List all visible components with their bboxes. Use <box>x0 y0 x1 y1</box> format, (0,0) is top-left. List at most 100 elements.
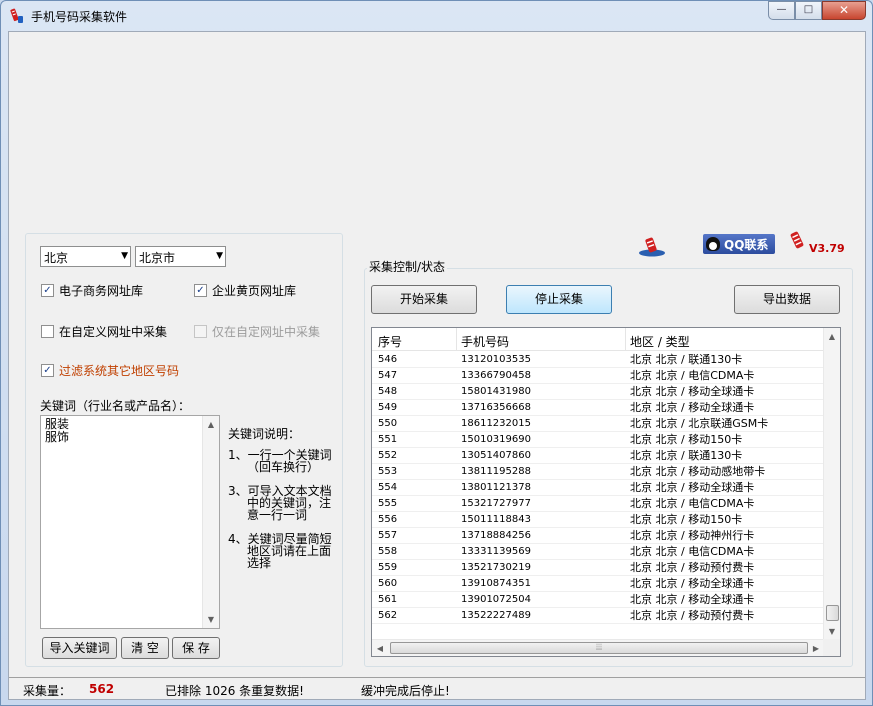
column-header-index[interactable]: 序号 <box>378 333 402 350</box>
cell-phone: 13811195288 <box>461 466 531 477</box>
table-row[interactable]: 546 13120103535 北京 北京 / 联通130卡 <box>372 352 825 368</box>
scroll-down-icon[interactable]: ▼ <box>203 611 219 628</box>
cell-region: 北京 北京 / 移动预付费卡 <box>630 609 755 622</box>
cell-index: 560 <box>378 578 398 589</box>
table-row[interactable]: 551 15010319690 北京 北京 / 移动150卡 <box>372 432 825 448</box>
checkbox-custom-box[interactable] <box>41 325 54 338</box>
help-note-4: 4、关键词尽量简短 地区词请在上面 选择 <box>228 533 332 569</box>
cell-phone: 18611232015 <box>461 418 531 429</box>
home-logo-icon[interactable] <box>637 235 667 257</box>
maximize-button[interactable]: □ <box>795 1 822 20</box>
cell-phone: 13718884256 <box>461 530 531 541</box>
table-row[interactable]: 556 15011118843 北京 北京 / 移动150卡 <box>372 512 825 528</box>
scroll-down-icon[interactable]: ▼ <box>824 623 840 640</box>
cell-index: 548 <box>378 386 398 397</box>
cell-index: 550 <box>378 418 398 429</box>
table-vertical-scrollbar[interactable]: ▲ ▼ <box>823 328 840 640</box>
table-row[interactable]: 554 13801121378 北京 北京 / 移动全球通卡 <box>372 480 825 496</box>
keyword-line: 服装 <box>45 417 70 431</box>
horizontal-scroll-thumb[interactable]: ⦙⦙⦙ <box>390 642 808 654</box>
import-keywords-button[interactable]: 导入关键词 <box>42 637 117 659</box>
table-row[interactable]: 559 13521730219 北京 北京 / 移动预付费卡 <box>372 560 825 576</box>
close-button[interactable]: ✕ <box>822 1 866 20</box>
table-row[interactable]: 547 13366790458 北京 北京 / 电信CDMA卡 <box>372 368 825 384</box>
province-select[interactable]: 北京 ▼ <box>40 246 131 267</box>
table-row[interactable]: 558 13331139569 北京 北京 / 电信CDMA卡 <box>372 544 825 560</box>
keywords-list: 服装 服饰 <box>45 418 215 444</box>
checkbox-ecommerce-box[interactable]: ✓ <box>41 284 54 297</box>
cell-region: 北京 北京 / 电信CDMA卡 <box>630 545 755 558</box>
results-table[interactable]: 序号 手机号码 地区 / 类型 546 13120103535 北京 北京 / 联通… <box>371 327 841 657</box>
cell-region: 北京 北京 / 移动全球通卡 <box>630 577 755 590</box>
cell-index: 549 <box>378 402 398 413</box>
qq-contact-label: QQ联系 <box>724 237 769 252</box>
table-row[interactable]: 557 13718884256 北京 北京 / 移动神州行卡 <box>372 528 825 544</box>
cell-index: 558 <box>378 546 398 557</box>
table-horizontal-scrollbar[interactable]: ◀ ⦙⦙⦙ ▶ <box>372 639 825 656</box>
cell-region: 北京 北京 / 移动神州行卡 <box>630 529 755 542</box>
cell-region: 北京 北京 / 北京联通GSM卡 <box>630 417 769 430</box>
keywords-textarea[interactable]: 服装 服饰 ▲ ▼ <box>40 415 220 629</box>
table-row[interactable]: 553 13811195288 北京 北京 / 移动动感地带卡 <box>372 464 825 480</box>
version-logo-icon <box>790 231 804 249</box>
table-row[interactable]: 555 15321727977 北京 北京 / 电信CDMA卡 <box>372 496 825 512</box>
help-note-1: 1、一行一个关键词 （回车换行） <box>228 449 332 473</box>
cell-region: 北京 北京 / 电信CDMA卡 <box>630 369 755 382</box>
help-note-line: （回车换行） <box>247 460 320 474</box>
save-button[interactable]: 保 存 <box>172 637 220 659</box>
cell-index: 554 <box>378 482 398 493</box>
status-dedup-text: 已排除 1026 条重复数据! <box>165 684 304 698</box>
table-row[interactable]: 552 13051407860 北京 北京 / 联通130卡 <box>372 448 825 464</box>
help-note-3: 3、可导入文本文档 中的关键词，注 意一行一词 <box>228 485 332 521</box>
stop-collect-button[interactable]: 停止采集 <box>506 285 612 314</box>
cell-index: 552 <box>378 450 398 461</box>
table-row[interactable]: 561 13901072504 北京 北京 / 移动全球通卡 <box>372 592 825 608</box>
cell-phone: 15010319690 <box>461 434 531 445</box>
checkbox-custom[interactable]: 在自定义网址中采集 <box>41 323 167 340</box>
title-bar[interactable]: 手机号码采集软件 — □ ✕ <box>1 1 872 31</box>
cell-phone: 13521730219 <box>461 562 531 573</box>
qq-contact-button[interactable]: QQ联系 <box>703 234 775 254</box>
column-header-phone[interactable]: 手机号码 <box>461 333 509 350</box>
status-count-value: 562 <box>89 682 115 696</box>
scroll-right-icon[interactable]: ▶ <box>808 640 824 656</box>
table-row[interactable]: 549 13716356668 北京 北京 / 移动全球通卡 <box>372 400 825 416</box>
help-note-line: 意一行一词 <box>247 508 308 522</box>
cell-phone: 13901072504 <box>461 594 531 605</box>
cell-index: 551 <box>378 434 398 445</box>
start-collect-button[interactable]: 开始采集 <box>371 285 477 314</box>
column-header-region[interactable]: 地区 / 类型 <box>630 333 690 350</box>
vertical-scroll-thumb[interactable] <box>826 605 839 621</box>
checkbox-yellowpages[interactable]: ✓ 企业黄页网址库 <box>194 282 296 299</box>
scroll-left-icon[interactable]: ◀ <box>372 640 388 656</box>
table-row[interactable]: 548 15801431980 北京 北京 / 移动全球通卡 <box>372 384 825 400</box>
clear-button[interactable]: 清 空 <box>121 637 169 659</box>
cell-index: 556 <box>378 514 398 525</box>
cell-index: 559 <box>378 562 398 573</box>
keyword-line: 服饰 <box>45 430 70 444</box>
cell-index: 557 <box>378 530 398 541</box>
column-divider <box>625 328 626 351</box>
cell-phone: 13051407860 <box>461 450 531 461</box>
scroll-up-icon[interactable]: ▲ <box>824 328 840 345</box>
checkbox-ecommerce[interactable]: ✓ 电子商务网址库 <box>41 282 143 299</box>
city-select[interactable]: 北京市 ▼ <box>135 246 226 267</box>
client-area: 北京 ▼ 北京市 ▼ ✓ 电子商务网址库 ✓ 企业黄页网址库 在自定义网址中采集… <box>8 31 866 700</box>
keywords-scrollbar[interactable]: ▲ ▼ <box>202 416 219 628</box>
cell-region: 北京 北京 / 移动动感地带卡 <box>630 465 766 478</box>
checkbox-filter-region[interactable]: ✓ 过滤系统其它地区号码 <box>41 362 179 379</box>
table-row[interactable]: 562 13522227489 北京 北京 / 移动预付费卡 <box>372 608 825 624</box>
table-header: 序号 手机号码 地区 / 类型 <box>372 328 825 351</box>
cell-index: 562 <box>378 610 398 621</box>
minimize-button[interactable]: — <box>768 1 795 20</box>
checkbox-filter-region-box[interactable]: ✓ <box>41 364 54 377</box>
chevron-down-icon: ▼ <box>216 251 223 261</box>
table-row[interactable]: 550 18611232015 北京 北京 / 北京联通GSM卡 <box>372 416 825 432</box>
scroll-up-icon[interactable]: ▲ <box>203 416 219 433</box>
table-row[interactable]: 560 13910874351 北京 北京 / 移动全球通卡 <box>372 576 825 592</box>
checkbox-yellowpages-box[interactable]: ✓ <box>194 284 207 297</box>
checkbox-custom-only-label: 仅在自定网址中采集 <box>212 325 321 339</box>
cell-region: 北京 北京 / 联通130卡 <box>630 449 743 462</box>
export-data-button[interactable]: 导出数据 <box>734 285 840 314</box>
status-bar: 采集量： 562 已排除 1026 条重复数据! 缓冲完成后停止! <box>9 677 865 699</box>
